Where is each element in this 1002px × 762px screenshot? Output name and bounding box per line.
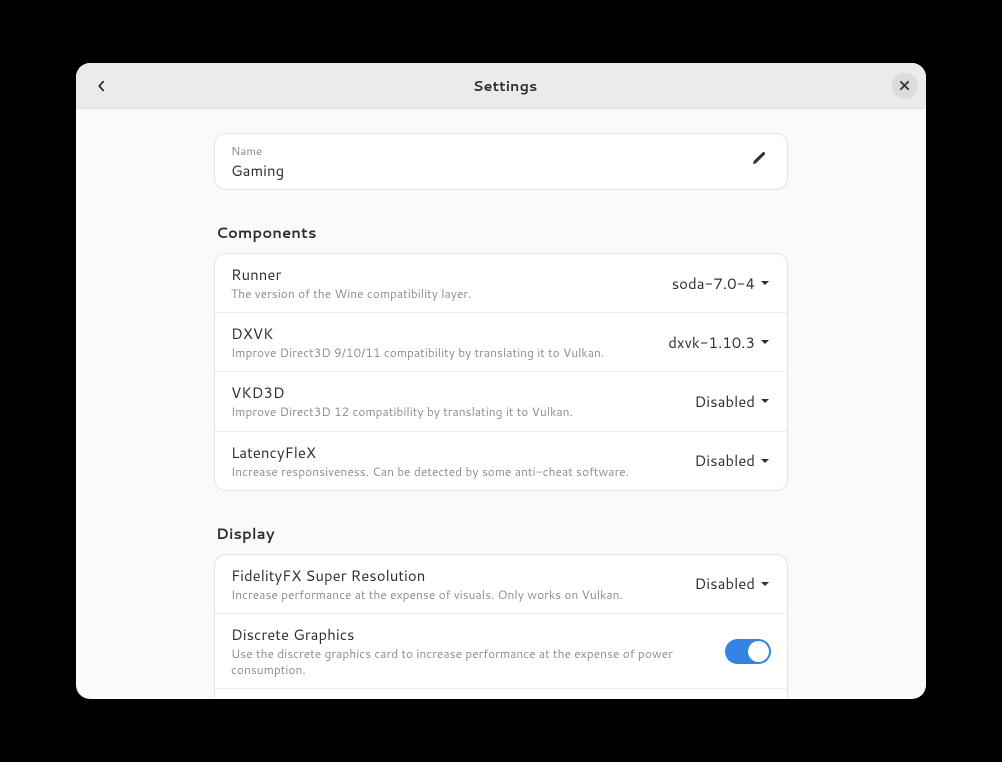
runner-value: soda-7.0-4 <box>672 273 755 294</box>
pencil-icon <box>751 151 767 167</box>
row-fsr[interactable]: FidelityFX Super Resolution Increase per… <box>215 555 787 614</box>
row-discrete-title: Discrete Graphics <box>231 624 713 645</box>
display-group: FidelityFX Super Resolution Increase per… <box>214 554 788 699</box>
row-runner[interactable]: Runner The version of the Wine compatibi… <box>215 254 787 313</box>
chevron-left-icon <box>94 79 108 93</box>
name-label: Name <box>231 142 747 159</box>
row-discrete-desc: Use the discrete graphics card to increa… <box>231 646 713 678</box>
chevron-down-icon <box>759 277 771 289</box>
vkd3d-value: Disabled <box>695 391 755 412</box>
row-runner-desc: The version of the Wine compatibility la… <box>231 286 660 302</box>
row-fsr-title: FidelityFX Super Resolution <box>231 565 683 586</box>
row-latencyflex-title: LatencyFleX <box>231 442 683 463</box>
latencyflex-value: Disabled <box>695 450 755 471</box>
latencyflex-dropdown[interactable]: Disabled <box>695 450 771 471</box>
row-dxvk-title: DXVK <box>231 323 656 344</box>
row-vkd3d-title: VKD3D <box>231 382 683 403</box>
chevron-down-icon <box>759 578 771 590</box>
chevron-down-icon <box>759 455 771 467</box>
row-fsr-desc: Increase performance at the expense of v… <box>231 587 683 603</box>
section-display-title: Display <box>214 523 788 544</box>
page-title: Settings <box>473 75 538 96</box>
section-components-title: Components <box>214 222 788 243</box>
fsr-dropdown[interactable]: Disabled <box>695 573 771 594</box>
row-dxvk[interactable]: DXVK Improve Direct3D 9/10/11 compatibil… <box>215 313 787 372</box>
chevron-down-icon <box>759 395 771 407</box>
name-field-card[interactable]: Name Gaming <box>214 133 788 190</box>
discrete-graphics-toggle[interactable] <box>725 639 771 664</box>
name-field-text: Name Gaming <box>231 142 747 181</box>
runner-dropdown[interactable]: soda-7.0-4 <box>672 273 771 294</box>
row-latencyflex[interactable]: LatencyFleX Increase responsiveness. Can… <box>215 432 787 490</box>
row-dxvk-desc: Improve Direct3D 9/10/11 compatibility b… <box>231 345 656 361</box>
row-vkd3d[interactable]: VKD3D Improve Direct3D 12 compatibility … <box>215 372 787 431</box>
chevron-down-icon <box>759 336 771 348</box>
dxvk-value: dxvk-1.10.3 <box>668 332 755 353</box>
edit-name-button[interactable] <box>747 150 771 173</box>
panel: Name Gaming Components Runner The versio… <box>214 133 788 699</box>
close-button[interactable] <box>892 73 918 99</box>
row-latencyflex-desc: Increase responsiveness. Can be detected… <box>231 464 683 480</box>
close-icon <box>899 80 910 91</box>
back-button[interactable] <box>84 69 118 103</box>
fsr-value: Disabled <box>695 573 755 594</box>
headerbar: Settings <box>76 63 926 109</box>
vkd3d-dropdown[interactable]: Disabled <box>695 391 771 412</box>
row-vkd3d-desc: Improve Direct3D 12 compatibility by tra… <box>231 404 683 420</box>
row-runner-title: Runner <box>231 264 660 285</box>
dxvk-dropdown[interactable]: dxvk-1.10.3 <box>668 332 771 353</box>
content-area: Name Gaming Components Runner The versio… <box>76 109 926 699</box>
name-value: Gaming <box>231 160 747 181</box>
row-post-processing: Post-Processing Effects Add various post… <box>215 689 787 699</box>
settings-window: Settings Name Gaming Components Runner <box>76 63 926 699</box>
row-discrete-graphics: Discrete Graphics Use the discrete graph… <box>215 614 787 689</box>
components-group: Runner The version of the Wine compatibi… <box>214 253 788 491</box>
